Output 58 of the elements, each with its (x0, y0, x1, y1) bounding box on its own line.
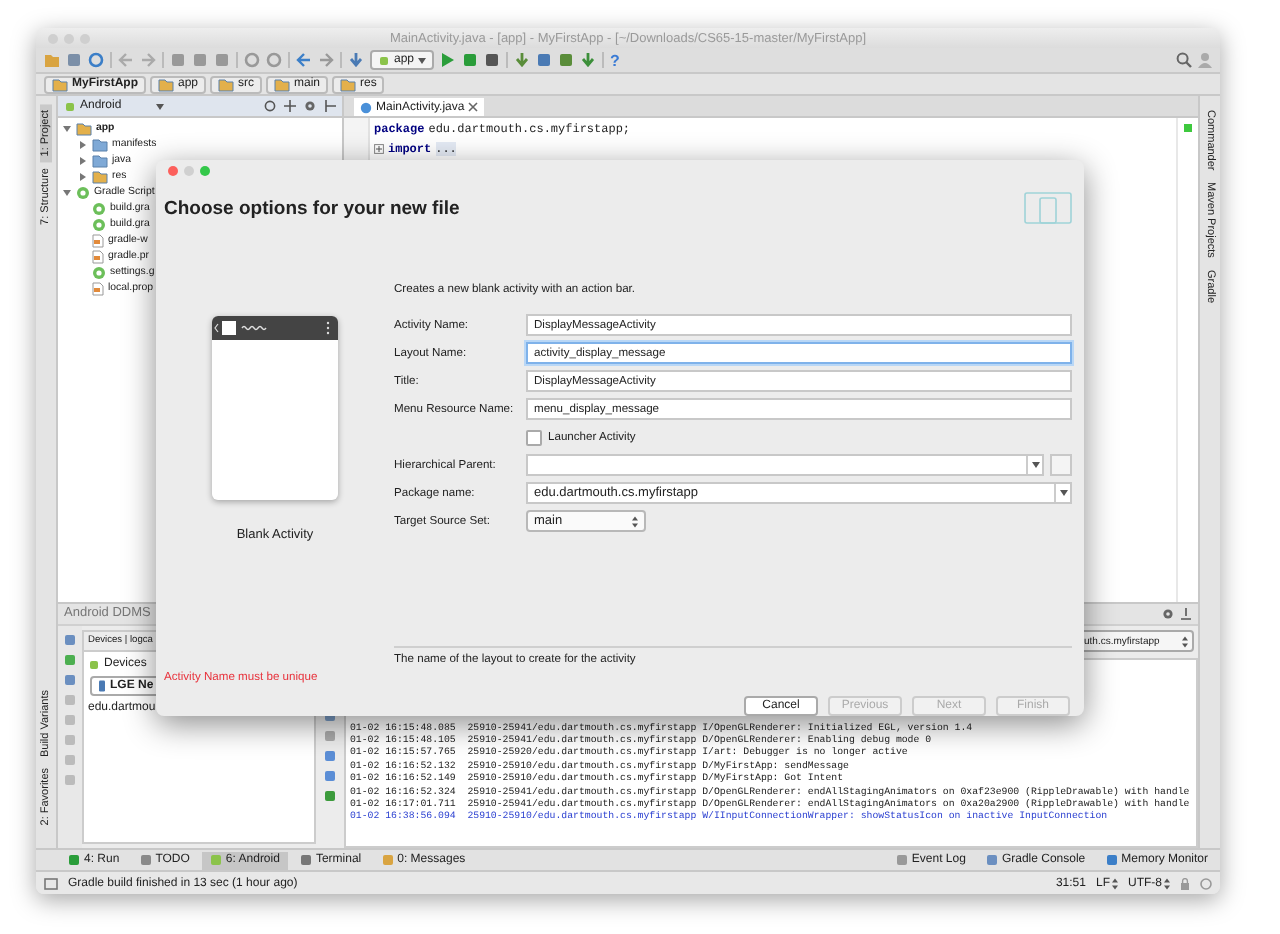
expanded-arrow-icon[interactable] (62, 187, 72, 197)
android-icon (64, 100, 76, 112)
dropdown-arrow-icon (1059, 490, 1067, 497)
tool-icon (1105, 854, 1118, 866)
folder-icon[interactable] (44, 52, 60, 68)
collapsed-arrow-icon[interactable] (78, 171, 88, 181)
gear-icon[interactable] (1162, 607, 1174, 620)
tool-icon (895, 854, 908, 866)
lock-icon[interactable] (1180, 877, 1190, 889)
download-icon[interactable] (580, 52, 597, 68)
hide-icon[interactable] (1180, 607, 1192, 620)
close-icon[interactable] (468, 102, 479, 112)
tool-icon (68, 854, 80, 866)
devices-icon (1024, 192, 1072, 225)
dropdown-arrow-icon (1031, 462, 1039, 469)
gear-icon[interactable] (304, 100, 316, 112)
gradle-file-icon (92, 265, 106, 279)
tool-icon (139, 854, 152, 866)
tool-icon (985, 854, 998, 866)
updown-icon (1164, 877, 1170, 889)
target-icon[interactable] (264, 100, 276, 112)
redo-icon[interactable] (140, 52, 156, 68)
updown-icon (1112, 877, 1118, 889)
dialog-title: Choose options for your new file (164, 197, 460, 220)
dropdown-arrow-icon (156, 103, 164, 109)
expanded-arrow-icon[interactable] (62, 123, 72, 133)
search-icon[interactable] (1176, 52, 1192, 68)
android-icon (378, 54, 390, 66)
phone-icon (98, 679, 106, 692)
template-preview[interactable] (212, 315, 338, 500)
pin-icon[interactable] (324, 100, 336, 112)
file-icon (92, 281, 104, 295)
android-icon (88, 657, 100, 670)
browse-button[interactable] (1050, 454, 1072, 477)
status-ok-icon (1184, 124, 1192, 132)
tool-icon (299, 854, 312, 866)
resources-folder-icon (92, 169, 108, 183)
collapsed-arrow-icon[interactable] (78, 155, 88, 165)
fold-icon[interactable] (374, 143, 384, 153)
forward-icon[interactable] (318, 52, 334, 68)
panel-toggle-icon[interactable] (44, 877, 58, 889)
updown-icon (632, 515, 638, 528)
updown-icon (1182, 635, 1188, 648)
class-icon (360, 101, 372, 113)
collapse-icon[interactable] (284, 100, 296, 112)
save-icon[interactable] (66, 52, 82, 68)
collapsed-arrow-icon[interactable] (78, 139, 88, 149)
combo-box[interactable] (526, 454, 1044, 477)
tool-icon (381, 854, 394, 866)
dropdown-arrow-icon (418, 57, 427, 63)
checkbox[interactable] (526, 429, 542, 446)
inspector-icon[interactable] (1200, 877, 1212, 889)
run-icon[interactable] (440, 52, 457, 68)
undo-icon[interactable] (118, 52, 134, 68)
action-bar-drawing (212, 315, 338, 340)
back-icon[interactable] (296, 52, 312, 68)
user-icon[interactable] (1198, 52, 1212, 68)
tool-icon (209, 854, 222, 866)
